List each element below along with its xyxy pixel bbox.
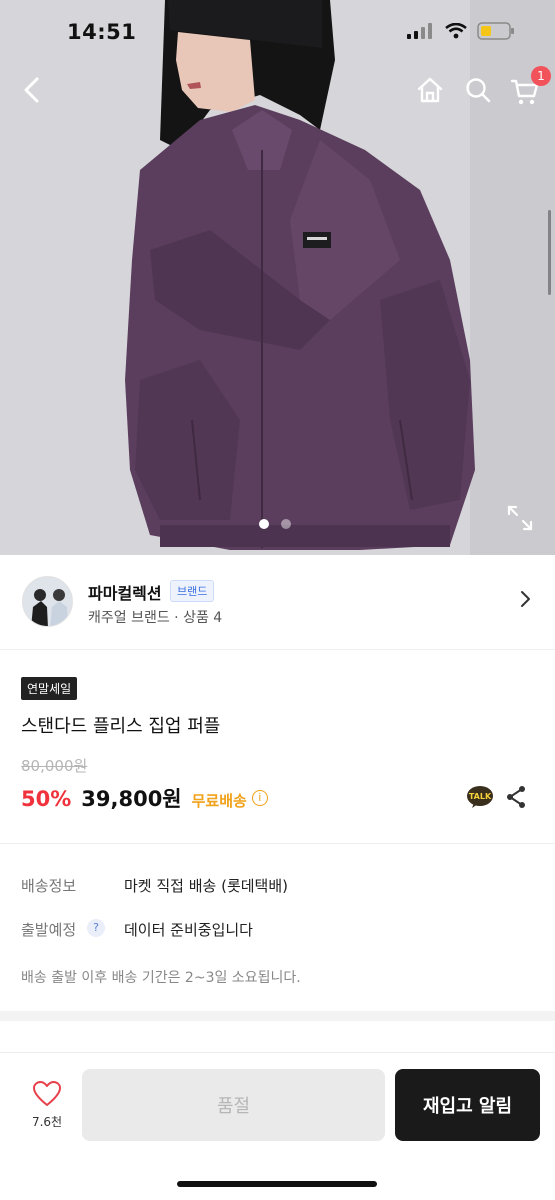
delivery-note: 배송 출발 이후 배송 기간은 2~3일 소요됩니다. (21, 970, 301, 986)
home-button[interactable] (410, 70, 450, 110)
delivery-info-value: 마켓 직접 배송 (롯데택배) (124, 877, 289, 895)
svg-text:TALK: TALK (469, 792, 492, 801)
departure-value: 데이터 준비중입니다 (124, 921, 253, 939)
battery-icon (477, 22, 514, 40)
product-title: 스탠다드 플리스 집업 퍼플 (21, 716, 221, 737)
section-gap (0, 1011, 555, 1021)
wifi-icon (445, 23, 467, 39)
seller-name[interactable]: 파마컬렉션 (88, 580, 162, 604)
share-icon[interactable] (505, 785, 527, 809)
sale-tag: 연말세일 (21, 677, 78, 700)
help-icon[interactable]: ? (87, 919, 105, 937)
bottom-action-bar: 7.6천 품절 재입고 알림 (0, 1052, 555, 1200)
discount-rate: 50% (21, 787, 72, 811)
scrollbar[interactable] (548, 210, 551, 295)
free-shipping-label: 무료배송 (191, 792, 247, 810)
soldout-button[interactable]: 품절 (82, 1069, 385, 1141)
departure-label: 출발예정 (21, 921, 77, 939)
chevron-right-icon[interactable] (515, 589, 535, 609)
brand-badge: 브랜드 (170, 580, 215, 602)
expand-icon (507, 505, 533, 531)
delivery-info-label: 배송정보 (21, 877, 77, 895)
price-row: 50% 39,800원 무료배송 i (21, 783, 268, 813)
chevron-left-icon (24, 77, 39, 103)
product-image-gallery[interactable]: 14:51 1 (0, 0, 555, 555)
heart-icon (33, 1081, 61, 1106)
back-button[interactable] (12, 70, 52, 110)
gallery-dot[interactable] (259, 519, 269, 529)
like-count: 7.6천 (31, 1115, 63, 1129)
gallery-dot[interactable] (281, 519, 291, 529)
expand-button[interactable] (506, 504, 534, 532)
status-time: 14:51 (67, 20, 137, 44)
info-icon[interactable]: i (251, 790, 268, 806)
home-indicator (177, 1181, 377, 1187)
seller-meta: 캐주얼 브랜드 · 상품 4 (88, 610, 223, 626)
cart-count-badge: 1 (531, 66, 551, 86)
gallery-pagination (259, 519, 291, 529)
sale-price: 39,800원 (81, 787, 182, 811)
kakao-talk-icon[interactable]: TALK (466, 785, 494, 809)
search-icon (466, 78, 491, 103)
delivery-section: 배송정보 마켓 직접 배송 (롯데택배) 출발예정 ? 데이터 준비중입니다 배… (0, 844, 555, 1011)
restock-alert-button[interactable]: 재입고 알림 (395, 1069, 540, 1141)
search-button[interactable] (458, 70, 498, 110)
signal-icon (407, 23, 432, 39)
avatar (22, 576, 73, 627)
product-info: 연말세일 스탠다드 플리스 집업 퍼플 80,000원 50% 39,800원 … (0, 651, 555, 843)
status-bar: 14:51 (0, 0, 555, 60)
original-price: 80,000원 (21, 757, 88, 775)
home-icon (417, 77, 443, 103)
cart-button[interactable]: 1 (505, 64, 551, 110)
seller-row[interactable]: 파마컬렉션 브랜드 캐주얼 브랜드 · 상품 4 (0, 555, 555, 650)
like-button[interactable]: 7.6천 (24, 1081, 70, 1130)
